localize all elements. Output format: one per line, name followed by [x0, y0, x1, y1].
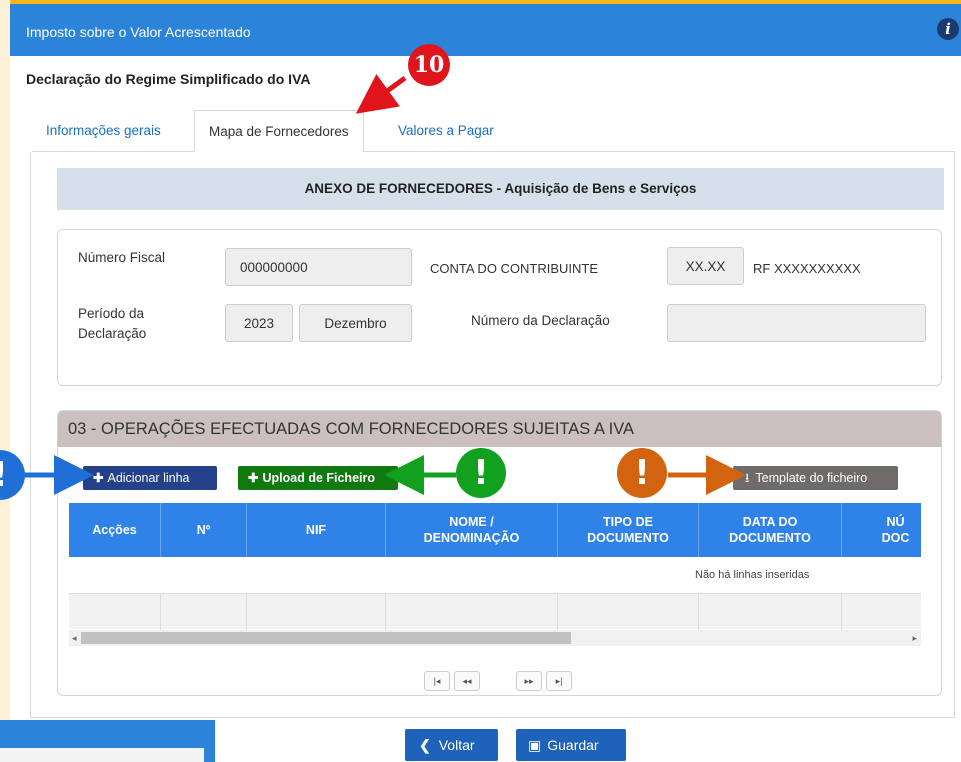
exclamation-marker-orange: ! — [617, 448, 667, 498]
exclamation-marker-green: ! — [456, 448, 506, 498]
annotation-arrows — [22, 74, 746, 495]
badge-arrow — [355, 74, 407, 114]
